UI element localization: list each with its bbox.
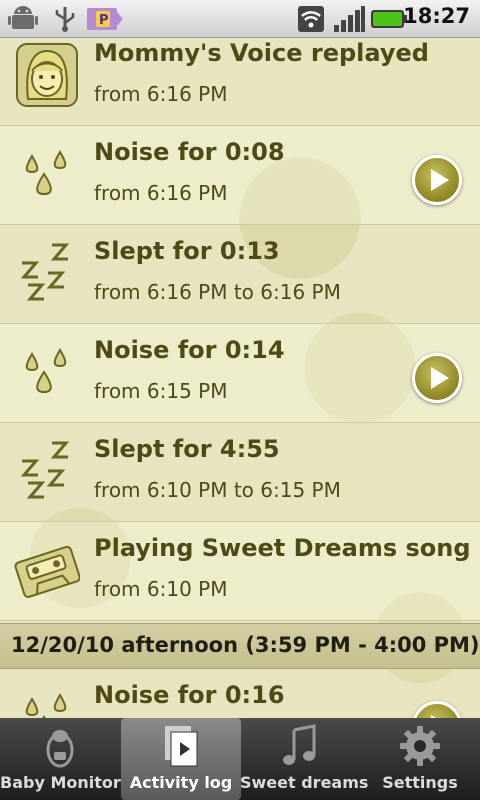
usb-icon	[55, 7, 75, 32]
list-item[interactable]: Noise for 0:14 from 6:15 PM	[0, 324, 480, 423]
tab-label: Baby Monitor	[0, 773, 121, 792]
section-header-label: 12/20/10 afternoon (3:59 PM - 4:00 PM)	[11, 633, 480, 657]
noise-drops-icon	[25, 348, 67, 394]
play-button[interactable]	[412, 701, 462, 718]
mommy-face-icon	[16, 43, 78, 107]
tab-settings[interactable]: Settings	[360, 718, 480, 800]
entry-title: Slept for 0:13	[94, 237, 280, 265]
entry-title: Mommy's Voice replayed	[94, 39, 429, 67]
section-header: 12/20/10 afternoon (3:59 PM - 4:00 PM)	[0, 623, 480, 669]
list-item[interactable]: Mommy's Voice replayed from 6:16 PM	[0, 38, 480, 126]
wifi-icon	[298, 6, 324, 32]
music-note-icon	[283, 724, 316, 765]
list-item[interactable]: Noise for 0:16	[0, 669, 480, 718]
entry-title: Playing Sweet Dreams song	[94, 534, 471, 562]
baby-monitor-icon	[46, 730, 74, 768]
activity-log-list[interactable]: Mommy's Voice replayed from 6:16 PM Nois…	[0, 38, 480, 718]
play-button[interactable]	[412, 353, 462, 403]
list-item[interactable]: Noise for 0:08 from 6:16 PM	[0, 126, 480, 225]
list-item[interactable]: Playing Sweet Dreams song from 6:10 PM	[0, 522, 480, 621]
list-item[interactable]: Slept for 4:55 from 6:10 PM to 6:15 PM	[0, 423, 480, 522]
status-bar: P 18:27	[0, 0, 480, 38]
tab-label: Settings	[382, 773, 458, 792]
tab-label: Activity log	[129, 773, 233, 792]
entry-time: from 6:16 PM	[94, 82, 228, 106]
tab-activity-log[interactable]: Activity log	[121, 718, 241, 800]
entry-time: from 6:16 PM to 6:16 PM	[94, 280, 341, 304]
entry-title: Noise for 0:08	[94, 138, 285, 166]
sleep-zzz-icon	[20, 243, 70, 301]
android-debug-icon	[8, 6, 38, 29]
tab-sweet-dreams[interactable]: Sweet dreams	[240, 718, 369, 800]
noise-drops-icon	[25, 693, 67, 718]
signal-icon	[334, 6, 365, 32]
play-button[interactable]	[412, 155, 462, 205]
tab-baby-monitor[interactable]: Baby Monitor	[0, 718, 121, 800]
entry-title: Noise for 0:16	[94, 681, 285, 709]
entry-time: from 6:15 PM	[94, 379, 228, 403]
entry-title: Noise for 0:14	[94, 336, 285, 364]
notification-p-icon: P	[87, 8, 123, 30]
noise-drops-icon	[25, 150, 67, 196]
activity-log-icon	[165, 726, 198, 767]
list-item[interactable]: Slept for 0:13 from 6:16 PM to 6:16 PM	[0, 225, 480, 324]
tab-label: Sweet dreams	[240, 773, 369, 792]
entry-time: from 6:16 PM	[94, 181, 228, 205]
gear-icon	[400, 726, 440, 766]
entry-time: from 6:10 PM	[94, 577, 228, 601]
bottom-tab-bar: Baby Monitor Activity log Sweet dreams S…	[0, 718, 480, 800]
cassette-icon	[14, 545, 80, 598]
entry-title: Slept for 4:55	[94, 435, 280, 463]
svg-text:P: P	[99, 13, 109, 28]
sleep-zzz-icon	[20, 441, 70, 499]
entry-time: from 6:10 PM to 6:15 PM	[94, 478, 341, 502]
clock: 18:27	[403, 4, 470, 28]
